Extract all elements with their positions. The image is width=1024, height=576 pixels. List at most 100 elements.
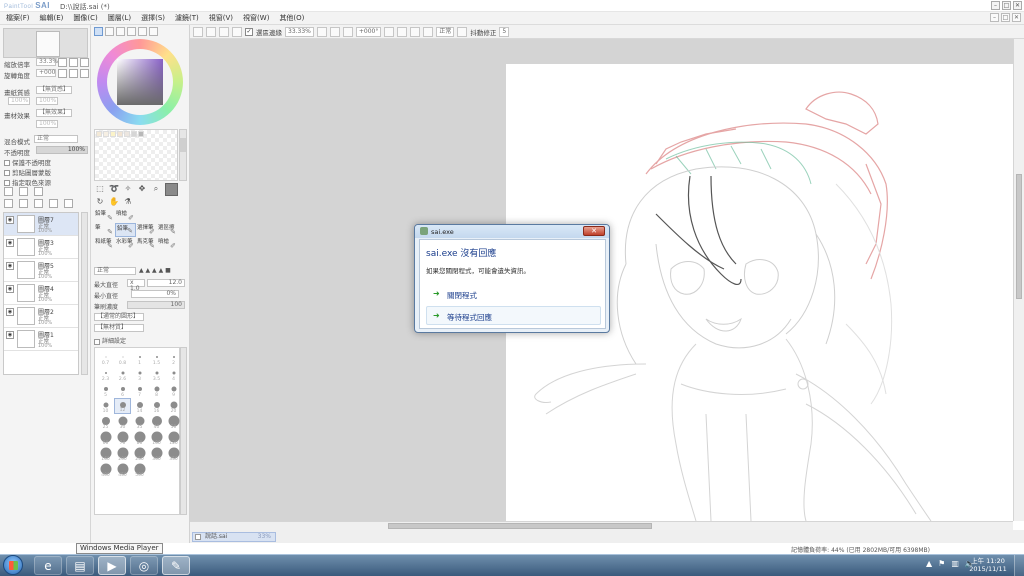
- menu-window[interactable]: 視窗(W): [243, 13, 269, 23]
- nav-zoom-in-button[interactable]: [69, 58, 78, 67]
- sample-source-option[interactable]: 指定取色來源: [4, 177, 51, 187]
- brush-slot[interactable]: 和紙筆 ✎: [94, 237, 115, 251]
- layer-item[interactable]: ◉ 圖層7 正常 100%: [4, 213, 78, 236]
- doc-close-button[interactable]: ✕: [1012, 13, 1021, 22]
- menu-edit[interactable]: 編輯(E): [40, 13, 64, 23]
- nav-zoom-reset-button[interactable]: [80, 58, 89, 67]
- brush-size-preset[interactable]: 3.5: [148, 366, 165, 382]
- document-tab[interactable]: 說話.sai 33%: [192, 532, 276, 542]
- zoom-in-button[interactable]: [329, 26, 340, 37]
- copy-layer-icon[interactable]: [34, 199, 43, 208]
- selection-tool-icon[interactable]: ⬚: [95, 184, 105, 194]
- brush-size-preset[interactable]: 2.3: [97, 366, 114, 382]
- scratchpad-tab[interactable]: [149, 27, 158, 36]
- brush-size-preset[interactable]: 16: [148, 398, 165, 414]
- zoom-tool-icon[interactable]: ⌕: [151, 184, 161, 194]
- merge-down-icon[interactable]: [19, 199, 28, 208]
- material-effect-strength[interactable]: 100%: [36, 120, 58, 128]
- nav-rotate-right-button[interactable]: [69, 69, 78, 78]
- stabilizer-select[interactable]: 5: [499, 26, 510, 37]
- show-desktop-button[interactable]: [1014, 555, 1024, 576]
- brush-slot[interactable]: 鉛筆 ✎: [115, 223, 136, 237]
- swatch-palette[interactable]: [94, 129, 178, 181]
- angle-field[interactable]: +000°: [355, 26, 382, 37]
- tray-expand-icon[interactable]: ▲: [926, 559, 932, 568]
- brush-size-preset[interactable]: 300: [148, 446, 165, 462]
- brush-slot[interactable]: 選區擦 ✎: [157, 223, 178, 237]
- lasso-tool-icon[interactable]: ➰: [109, 184, 119, 194]
- nav-zoom-value[interactable]: 33.3%: [36, 58, 58, 66]
- start-button[interactable]: [3, 555, 23, 575]
- primary-color-swatch[interactable]: [165, 183, 178, 196]
- flip-button[interactable]: [423, 26, 434, 37]
- swatch-scrollbar[interactable]: [179, 129, 187, 181]
- brush-slot[interactable]: 筆 ✎: [94, 223, 115, 237]
- paper-texture-strength[interactable]: 100%: [36, 97, 58, 105]
- density-slider[interactable]: 100: [127, 301, 185, 309]
- paper-texture-scale[interactable]: 100%: [8, 97, 30, 105]
- brush-size-preset[interactable]: 70: [114, 430, 131, 446]
- eye-icon[interactable]: ◉: [6, 285, 14, 293]
- canvas-vertical-scrollbar[interactable]: [1013, 39, 1024, 521]
- brush-slot[interactable]: 鉛筆 ✎: [94, 209, 115, 223]
- brush-size-preset[interactable]: 40: [148, 414, 165, 430]
- move-tool-icon[interactable]: ✥: [137, 184, 147, 194]
- maximize-button[interactable]: □: [1002, 1, 1011, 10]
- min-size-slider[interactable]: 0%: [131, 290, 179, 298]
- brush-size-preset[interactable]: 100: [148, 430, 165, 446]
- brush-size-preset[interactable]: 160: [97, 446, 114, 462]
- clear-layer-icon[interactable]: [49, 199, 58, 208]
- zoom-out-button[interactable]: [316, 26, 327, 37]
- wait-program-option[interactable]: ➜ 等待程式回應: [426, 306, 601, 325]
- material-effect-select[interactable]: 【無效果】: [36, 109, 72, 117]
- brush-size-preset[interactable]: 80: [131, 430, 148, 446]
- close-button[interactable]: ✕: [1013, 1, 1022, 10]
- zoom-field[interactable]: 33.33%: [285, 26, 314, 37]
- rotate-reset-button[interactable]: [410, 26, 421, 37]
- brush-texture-select[interactable]: 【無材質】: [94, 324, 144, 332]
- brush-size-preset[interactable]: 0.8: [114, 350, 131, 366]
- eye-icon[interactable]: ◉: [6, 216, 14, 224]
- opacity-slider[interactable]: 100%: [36, 146, 88, 154]
- brush-slot[interactable]: 馬克筆 ✎: [136, 237, 157, 251]
- hand-tool-icon[interactable]: ✋: [109, 197, 119, 207]
- brush-size-preset[interactable]: 60: [97, 430, 114, 446]
- brush-size-preset[interactable]: 12: [114, 398, 131, 414]
- sai-icon[interactable]: ✎: [162, 556, 190, 575]
- clock[interactable]: 上午 11:20 2015/11/11: [968, 557, 1008, 573]
- max-size-multiplier[interactable]: x 1.0: [127, 279, 145, 292]
- brush-size-preset[interactable]: 35: [131, 414, 148, 430]
- brush-size-preset[interactable]: 7: [131, 382, 148, 398]
- doc-minimize-button[interactable]: –: [990, 13, 999, 22]
- explorer-icon[interactable]: ▤: [66, 556, 94, 575]
- brush-slot[interactable]: [157, 209, 178, 223]
- menu-image[interactable]: 圖像(C): [73, 13, 97, 23]
- menu-layer[interactable]: 圖層(L): [108, 13, 131, 23]
- brush-size-preset[interactable]: 0.7: [97, 350, 114, 366]
- new-folder-icon[interactable]: [34, 187, 43, 196]
- brush-size-preset[interactable]: 400: [97, 462, 114, 478]
- navigator-preview[interactable]: [3, 28, 88, 58]
- minimize-button[interactable]: –: [991, 1, 1000, 10]
- max-size-slider[interactable]: 12.0: [147, 279, 185, 287]
- brush-size-preset[interactable]: 200: [114, 446, 131, 462]
- brush-shape-select[interactable]: 【通常的圓形】: [94, 313, 144, 321]
- media-player-icon[interactable]: ▶: [98, 556, 126, 575]
- close-program-option[interactable]: ➜ 關閉程式: [426, 284, 601, 303]
- protect-opacity-option[interactable]: 保護不透明度: [4, 157, 51, 167]
- layer-list-scrollbar[interactable]: [81, 212, 88, 375]
- flag-icon[interactable]: ⚑: [938, 559, 945, 568]
- new-layer-icon[interactable]: [4, 187, 13, 196]
- eye-icon[interactable]: ◉: [6, 331, 14, 339]
- deselect-button[interactable]: [206, 26, 216, 37]
- rotate-left-button[interactable]: [384, 26, 395, 37]
- brush-size-preset[interactable]: 8: [148, 382, 165, 398]
- layer-item[interactable]: ◉ 圖層4 正常 100%: [4, 282, 78, 305]
- dialog-close-button[interactable]: ✕: [583, 226, 605, 236]
- brush-size-preset[interactable]: 6: [114, 382, 131, 398]
- brush-size-preset[interactable]: 3: [131, 366, 148, 382]
- rotate-tool-icon[interactable]: ↻: [95, 197, 105, 207]
- doc-restore-button[interactable]: □: [1001, 13, 1010, 22]
- hsv-slider-tab[interactable]: [116, 27, 125, 36]
- ie-icon[interactable]: e: [34, 556, 62, 575]
